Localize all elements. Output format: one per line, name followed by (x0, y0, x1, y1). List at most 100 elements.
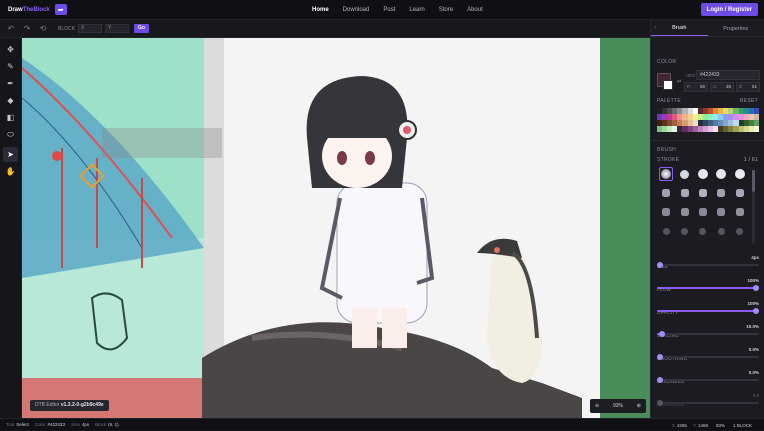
fill-tool-icon[interactable]: ◆ (3, 93, 18, 108)
rake-brush-icon[interactable] (712, 204, 730, 220)
slider-value: 100% (747, 278, 759, 283)
status-x: 4265 (677, 423, 687, 428)
status-block: (6, 1) (108, 422, 119, 427)
round-brush-icon[interactable] (694, 166, 712, 182)
tab-brush[interactable]: Brush (651, 25, 708, 36)
blob-brush-icon[interactable] (731, 204, 749, 220)
nav-store[interactable]: Store (439, 7, 453, 13)
status-size: 4px (82, 422, 89, 427)
nav-about[interactable]: About (467, 7, 483, 13)
texture-brush-icon[interactable] (731, 185, 749, 201)
hardness-slider[interactable]: HARDNESS0.0% (657, 370, 759, 388)
chevron-right-icon[interactable]: › (654, 25, 656, 31)
slider-knob[interactable] (753, 285, 759, 291)
login-register-button[interactable]: Login / Register (701, 3, 758, 16)
round-brush-icon[interactable] (731, 166, 749, 182)
opacity-slider[interactable]: OPACITY100% (657, 301, 759, 319)
zoom-out-icon[interactable]: ⊖ (595, 403, 599, 409)
red-input[interactable]: R66 (684, 82, 708, 92)
slider-knob[interactable] (753, 308, 759, 314)
zoom-control: ⊖ 93% ⊕ (590, 399, 646, 413)
brush-section-title: BRUSH (657, 147, 676, 153)
slider-value: 0.0 (753, 393, 759, 398)
blue-input[interactable]: B51 (736, 82, 760, 92)
color-palette (657, 108, 759, 132)
editor-toolbar: ↶ ↷ ⟲ BLOCK X Y Go (0, 20, 650, 38)
sponge-brush-icon[interactable] (657, 204, 675, 220)
scatter-brush-icon[interactable] (675, 185, 693, 201)
slider-knob[interactable] (657, 354, 663, 360)
palette-swatch[interactable] (754, 126, 759, 132)
slider-value: 10.0% (746, 324, 759, 329)
hardness-slider[interactable]: HARDNESS0.0 (657, 393, 759, 411)
round-brush-icon[interactable] (712, 166, 730, 182)
brush-scrollbar[interactable] (752, 170, 755, 244)
nav-learn[interactable]: Learn (409, 7, 424, 13)
divider (651, 140, 764, 141)
status-bar: ToolSelect Color#422433 Size4px Block(6,… (0, 418, 764, 430)
undo-icon[interactable]: ↶ (6, 24, 16, 34)
panel-tabs: › Brush Properties (651, 20, 764, 37)
block-x-input[interactable]: X (78, 24, 102, 33)
palette-reset-button[interactable]: RESET (740, 98, 758, 104)
eraser-tool-icon[interactable]: ◧ (3, 110, 18, 125)
soft-round-brush-icon[interactable] (657, 166, 675, 182)
dot-brush-icon[interactable] (657, 223, 675, 239)
canvas-artwork (22, 38, 650, 418)
smoothing-slider[interactable]: SMOOTHING0.0% (657, 347, 759, 365)
eyedropper-tool-icon[interactable]: ⬭ (3, 127, 18, 142)
dot-brush-icon[interactable] (712, 223, 730, 239)
slider-knob[interactable] (657, 377, 663, 383)
select-tool-icon[interactable]: ➤ (3, 147, 18, 162)
nav-post[interactable]: Post (383, 7, 395, 13)
logo[interactable]: DrawTheBlock ➦ (0, 4, 140, 15)
logo-text: DrawTheBlock (8, 7, 50, 13)
dot-brush-icon[interactable] (694, 223, 712, 239)
pen-tool-icon[interactable]: ✒ (3, 76, 18, 91)
status-y: 1468 (698, 423, 708, 428)
green-input[interactable]: G36 (710, 82, 734, 92)
secondary-color-swatch[interactable] (663, 80, 673, 90)
hex-label: HEX (686, 73, 695, 78)
dot-brush-icon[interactable] (731, 223, 749, 239)
slider-knob[interactable] (657, 262, 663, 268)
hand-tool-icon[interactable]: ✋ (3, 164, 18, 179)
flow-slider[interactable]: FLOW100% (657, 278, 759, 296)
hex-input[interactable]: #422433 (696, 70, 760, 80)
rgb-inputs: R66 G36 B51 (684, 82, 762, 92)
status-zoom: 93% (716, 423, 725, 428)
noise-brush-icon[interactable] (675, 204, 693, 220)
flat-brush-icon[interactable] (694, 185, 712, 201)
slider-value: 0.0% (749, 347, 759, 352)
zoom-in-icon[interactable]: ⊕ (637, 403, 641, 409)
go-button[interactable]: Go (134, 24, 149, 33)
size-slider[interactable]: SIZE4px (657, 255, 759, 273)
hard-round-brush-icon[interactable] (675, 166, 693, 182)
status-right: X4265 Y1468 93% 1 BLOCK (672, 419, 758, 431)
block-y-input[interactable]: Y (105, 24, 129, 33)
block-label: BLOCK (58, 26, 75, 32)
nav-home[interactable]: Home (312, 7, 329, 13)
dot-brush-icon[interactable] (675, 223, 693, 239)
status-extra: 1 BLOCK (733, 423, 752, 428)
history-icon[interactable]: ⟲ (38, 24, 48, 34)
slider-value: 4px (751, 255, 759, 260)
nav-download[interactable]: Download (343, 7, 370, 13)
tab-properties[interactable]: Properties (708, 26, 764, 36)
palette-title: PALETTE (657, 98, 681, 104)
slider-value: 100% (747, 301, 759, 306)
brush-panel: › Brush Properties COLOR ⇄ HEX #422433 R… (650, 20, 764, 418)
spacing-slider[interactable]: SPACING10.0% (657, 324, 759, 342)
smudge-brush-icon[interactable] (712, 185, 730, 201)
tool-sidebar: ✥ ✎ ✒ ◆ ◧ ⬭ ➤ ✋ (0, 38, 22, 418)
swap-colors-icon[interactable]: ⇄ (677, 79, 681, 85)
slider-knob[interactable] (657, 400, 663, 406)
splatter-brush-icon[interactable] (694, 204, 712, 220)
brush-tool-icon[interactable]: ✎ (3, 59, 18, 74)
redo-icon[interactable]: ↷ (22, 24, 32, 34)
status-tool: Select (16, 422, 29, 427)
textured-brush-icon[interactable] (657, 185, 675, 201)
status-color: #422433 (48, 422, 66, 427)
drawing-canvas[interactable]: DTB Editor v1.3.2-0-g2b9c49e ⊖ 93% ⊕ (22, 38, 650, 418)
move-tool-icon[interactable]: ✥ (3, 42, 18, 57)
